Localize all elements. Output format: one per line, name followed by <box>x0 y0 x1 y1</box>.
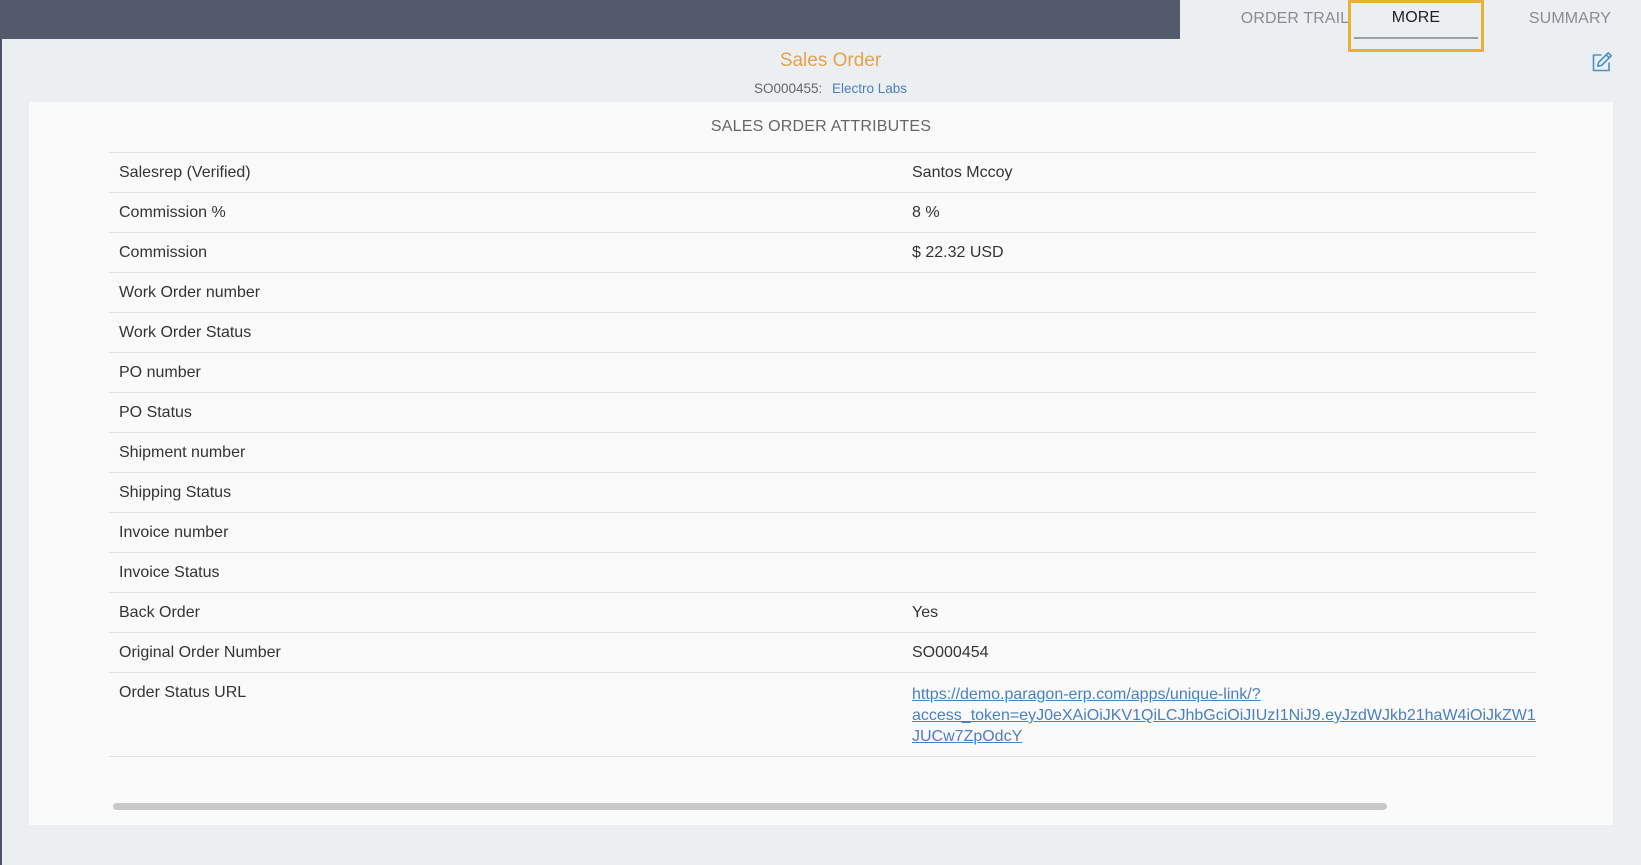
tab-bar: ORDER TRAIL MORE SUMMARY <box>1180 0 1641 52</box>
table-row: Salesrep (Verified) Santos Mccoy <box>109 153 1536 193</box>
attribute-value: Santos Mccoy <box>912 164 1013 181</box>
attribute-label: Invoice number <box>119 524 229 541</box>
edit-icon[interactable] <box>1590 50 1614 74</box>
table-row: Invoice Status <box>109 553 1536 593</box>
table-row: PO number <box>109 353 1536 393</box>
window-edge <box>0 0 2 865</box>
table-row: Original Order Number SO000454 <box>109 633 1536 673</box>
table-row: Shipping Status <box>109 473 1536 513</box>
table-row: Invoice number <box>109 513 1536 553</box>
order-status-url-link[interactable]: https://demo.paragon-erp.com/apps/unique… <box>912 684 1536 747</box>
attribute-label: Work Order Status <box>119 324 252 341</box>
attribute-label: Salesrep (Verified) <box>119 164 251 181</box>
tab-more[interactable]: MORE <box>1348 0 1484 52</box>
section-title: SALES ORDER ATTRIBUTES <box>710 118 932 135</box>
active-tab-indicator <box>1354 37 1478 39</box>
attribute-label: Invoice Status <box>119 564 220 581</box>
attribute-value: Yes <box>912 604 939 621</box>
tab-summary[interactable]: SUMMARY <box>1505 0 1635 39</box>
horizontal-scrollbar[interactable] <box>113 803 1387 810</box>
attribute-label: Work Order number <box>119 284 261 301</box>
page-title: Sales Order <box>779 50 882 71</box>
attribute-label: Commission % <box>119 204 226 221</box>
attributes-panel: SALES ORDER ATTRIBUTES Salesrep (Verifie… <box>29 102 1613 825</box>
url-line: access_token=eyJ0eXAiOiJKV1QiLCJhbGciOiJ… <box>912 707 1536 724</box>
attribute-label: Order Status URL <box>119 684 247 701</box>
customer-link[interactable]: Electro Labs <box>832 81 907 96</box>
table-row: Shipment number <box>109 433 1536 473</box>
table-row: Commission $ 22.32 USD <box>109 233 1536 273</box>
attribute-value: SO000454 <box>912 644 989 661</box>
table-row: Work Order Status <box>109 313 1536 353</box>
attribute-label: PO number <box>119 364 201 381</box>
tab-order-trail[interactable]: ORDER TRAIL <box>1230 0 1360 39</box>
order-id: SO000455: <box>753 81 823 96</box>
url-line: https://demo.paragon-erp.com/apps/unique… <box>912 686 1261 703</box>
attribute-value: $ 22.32 USD <box>912 244 1004 261</box>
attribute-label: Shipment number <box>119 444 246 461</box>
attribute-label: Back Order <box>119 604 200 621</box>
attribute-label: PO Status <box>119 404 192 421</box>
attribute-label: Original Order Number <box>119 644 281 661</box>
top-bar <box>0 0 1180 39</box>
url-line: JUCw7ZpOdcY <box>912 728 1023 745</box>
table-row: Back Order Yes <box>109 593 1536 633</box>
tab-more-label: MORE <box>1391 9 1441 26</box>
attributes-table: Salesrep (Verified) Santos Mccoy Commiss… <box>109 152 1536 757</box>
table-row: Order Status URL https://demo.paragon-er… <box>109 673 1536 757</box>
table-row: PO Status <box>109 393 1536 433</box>
attribute-value: 8 % <box>912 204 940 221</box>
table-row: Work Order number <box>109 273 1536 313</box>
order-subtitle: SO000455: Electro Labs <box>0 81 1641 96</box>
attribute-label: Commission <box>119 244 208 261</box>
attribute-label: Shipping Status <box>119 484 232 501</box>
table-row: Commission % 8 % <box>109 193 1536 233</box>
